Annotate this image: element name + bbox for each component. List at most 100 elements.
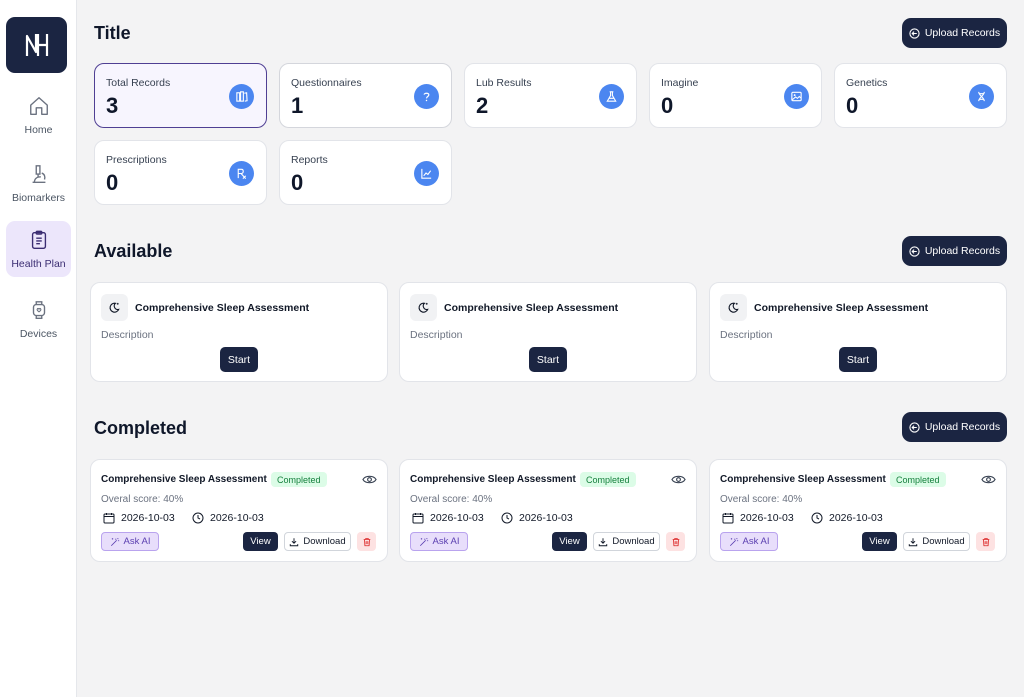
sidebar-item-health-plan[interactable]: Health Plan <box>6 221 71 277</box>
stat-value: 1 <box>291 93 304 118</box>
stat-card-total-records[interactable]: Total Records 3 <box>94 63 267 128</box>
clock-icon <box>811 512 823 524</box>
stat-card-prescriptions[interactable]: Prescriptions 0 <box>94 140 267 205</box>
flask-icon <box>599 84 624 109</box>
clipboard-icon <box>31 230 46 249</box>
trash-icon <box>672 537 679 546</box>
ask-ai-label: Ask AI <box>432 536 460 547</box>
status-badge: Completed <box>271 472 327 487</box>
stat-value: 0 <box>106 170 119 195</box>
sidebar-item-label: Devices <box>19 327 58 340</box>
stat-card-genetics[interactable]: Genetics 0 <box>834 63 1007 128</box>
upload-records-button[interactable]: Upload Records <box>902 236 1007 266</box>
completed-card: Comprehensive Sleep Assessment Completed… <box>399 459 697 562</box>
date-value: 2026-10-03 <box>740 512 794 524</box>
start-button[interactable]: Start <box>220 347 258 372</box>
stat-card-reports[interactable]: Reports 0 <box>279 140 452 205</box>
download-icon <box>599 537 608 546</box>
status-badge: Completed <box>890 472 946 487</box>
sidebar: Home Biomarkers Health Plan Devices <box>0 0 77 697</box>
view-button[interactable]: View <box>862 532 897 551</box>
assessment-description: Description <box>720 329 773 341</box>
app-logo[interactable] <box>6 17 67 73</box>
overall-score: Overal score: 40% <box>720 494 803 505</box>
calendar-icon <box>103 513 115 524</box>
stat-card-imaging[interactable]: Imagine 0 <box>649 63 822 128</box>
moon-icon <box>720 294 747 321</box>
sidebar-item-label: Biomarkers <box>11 191 66 204</box>
delete-button[interactable] <box>976 532 995 551</box>
eye-icon[interactable] <box>362 473 377 486</box>
stat-value: 0 <box>291 170 304 195</box>
upload-records-label: Upload Records <box>924 421 1001 433</box>
sidebar-item-home[interactable]: Home <box>6 87 71 143</box>
upload-records-button[interactable]: Upload Records <box>902 412 1007 442</box>
stat-label: Prescriptions <box>106 154 167 166</box>
moon-icon <box>101 294 128 321</box>
trash-icon <box>982 537 989 546</box>
eye-icon[interactable] <box>671 473 686 486</box>
available-card: Comprehensive Sleep Assessment Descripti… <box>709 282 1007 382</box>
time-info: 2026-10-03 <box>811 512 883 524</box>
stat-label: Reports <box>291 154 328 166</box>
delete-button[interactable] <box>666 532 685 551</box>
watch-icon <box>32 300 45 319</box>
start-button[interactable]: Start <box>839 347 877 372</box>
upload-circle-icon <box>909 245 920 257</box>
dna-icon <box>969 84 994 109</box>
download-button[interactable]: Download <box>284 532 351 551</box>
time-value: 2026-10-03 <box>829 512 883 524</box>
time-info: 2026-10-03 <box>192 512 264 524</box>
ask-ai-label: Ask AI <box>123 536 151 547</box>
sidebar-item-label: Health Plan <box>11 257 66 270</box>
clock-icon <box>192 512 204 524</box>
sidebar-item-devices[interactable]: Devices <box>6 291 71 347</box>
assessment-title: Comprehensive Sleep Assessment <box>101 474 267 485</box>
view-button[interactable]: View <box>243 532 278 551</box>
ask-ai-button[interactable]: Ask AI <box>410 532 468 551</box>
image-icon <box>784 84 809 109</box>
start-button[interactable]: Start <box>529 347 567 372</box>
ask-ai-label: Ask AI <box>742 536 770 547</box>
stat-label: Questionnaires <box>291 77 362 89</box>
logo-mark-icon <box>25 34 48 56</box>
upload-circle-icon <box>909 27 920 39</box>
overall-score: Overal score: 40% <box>101 494 184 505</box>
view-button[interactable]: View <box>552 532 587 551</box>
download-icon <box>290 537 299 546</box>
eye-icon[interactable] <box>981 473 996 486</box>
upload-records-button[interactable]: Upload Records <box>902 18 1007 48</box>
assessment-title: Comprehensive Sleep Assessment <box>754 302 929 314</box>
ask-ai-button[interactable]: Ask AI <box>720 532 778 551</box>
date-value: 2026-10-03 <box>121 512 175 524</box>
main-content: Title Upload Records Total Records 3 Que… <box>77 0 1024 697</box>
ask-ai-button[interactable]: Ask AI <box>101 532 159 551</box>
upload-records-label: Upload Records <box>924 27 1001 39</box>
upload-records-label: Upload Records <box>924 245 1001 257</box>
stat-value: 3 <box>106 93 119 118</box>
upload-circle-icon <box>909 421 920 433</box>
download-button[interactable]: Download <box>593 532 660 551</box>
stat-card-lab-results[interactable]: Lub Results 2 <box>464 63 637 128</box>
date-info: 2026-10-03 <box>412 512 484 524</box>
assessment-title: Comprehensive Sleep Assessment <box>444 302 619 314</box>
stat-label: Total Records <box>106 77 171 89</box>
section-title-completed: Completed <box>94 418 188 438</box>
sidebar-item-biomarkers[interactable]: Biomarkers <box>6 155 71 211</box>
delete-button[interactable] <box>357 532 376 551</box>
assessment-title: Comprehensive Sleep Assessment <box>720 474 886 485</box>
status-badge: Completed <box>580 472 636 487</box>
download-label: Download <box>303 536 346 547</box>
download-icon <box>909 537 918 546</box>
section-title-records: Title <box>94 23 131 43</box>
overall-score: Overal score: 40% <box>410 494 493 505</box>
stat-value: 0 <box>846 93 859 118</box>
download-label: Download <box>612 536 655 547</box>
magic-wand-icon <box>419 537 428 546</box>
stat-card-questionnaires[interactable]: Questionnaires 1 <box>279 63 452 128</box>
download-button[interactable]: Download <box>903 532 970 551</box>
assessment-title: Comprehensive Sleep Assessment <box>135 302 310 314</box>
rx-icon <box>229 161 254 186</box>
available-card: Comprehensive Sleep Assessment Descripti… <box>90 282 388 382</box>
stat-label: Lub Results <box>476 77 532 89</box>
